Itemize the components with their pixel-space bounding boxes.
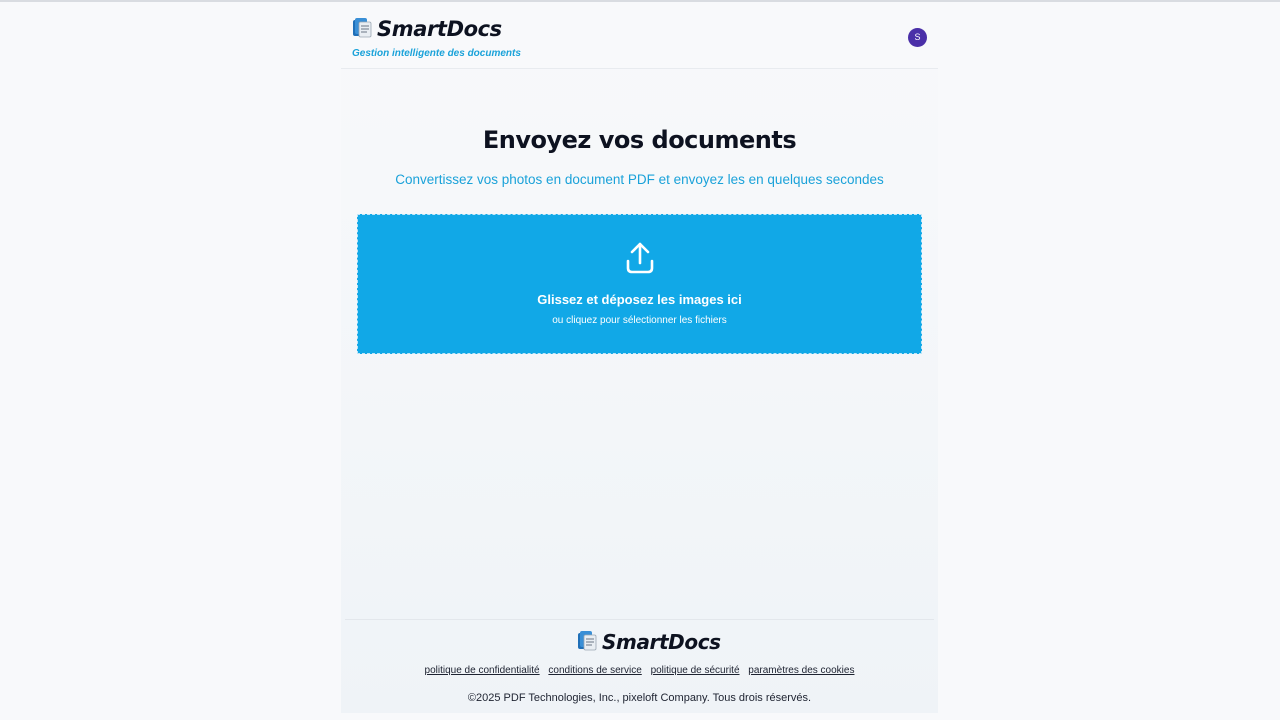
- brand-tagline: Gestion intelligente des documents: [352, 48, 521, 59]
- copyright-text: ©2025 PDF Technologies, Inc., pixeloft C…: [467, 692, 812, 704]
- footer-divider: [345, 619, 934, 620]
- dropzone-sub-text: ou cliquez pour sélectionner les fichier…: [552, 315, 727, 326]
- file-dropzone[interactable]: Glissez et déposez les images ici ou cli…: [357, 214, 922, 354]
- document-stack-icon: [578, 631, 597, 651]
- privacy-policy-link[interactable]: politique de confidentialité: [425, 665, 540, 676]
- cookie-settings-link[interactable]: paramètres des cookies: [748, 665, 854, 676]
- brand-name[interactable]: SmartDocs: [377, 15, 502, 43]
- upload-icon: [626, 242, 654, 274]
- footer-brand-name[interactable]: SmartDocs: [602, 628, 721, 656]
- page-subtitle: Convertissez vos photos en document PDF …: [395, 172, 884, 187]
- page-title: Envoyez vos documents: [482, 126, 797, 154]
- security-policy-link[interactable]: politique de sécurité: [651, 665, 740, 676]
- user-avatar[interactable]: S: [908, 28, 927, 47]
- document-stack-icon: [353, 18, 372, 38]
- dropzone-main-text: Glissez et déposez les images ici: [537, 292, 742, 307]
- header: SmartDocs Gestion intelligente des docum…: [341, 2, 938, 69]
- footer-links: politique de confidentialité conditions …: [341, 664, 938, 678]
- terms-of-service-link[interactable]: conditions de service: [548, 665, 641, 676]
- page-container: SmartDocs Gestion intelligente des docum…: [341, 2, 938, 713]
